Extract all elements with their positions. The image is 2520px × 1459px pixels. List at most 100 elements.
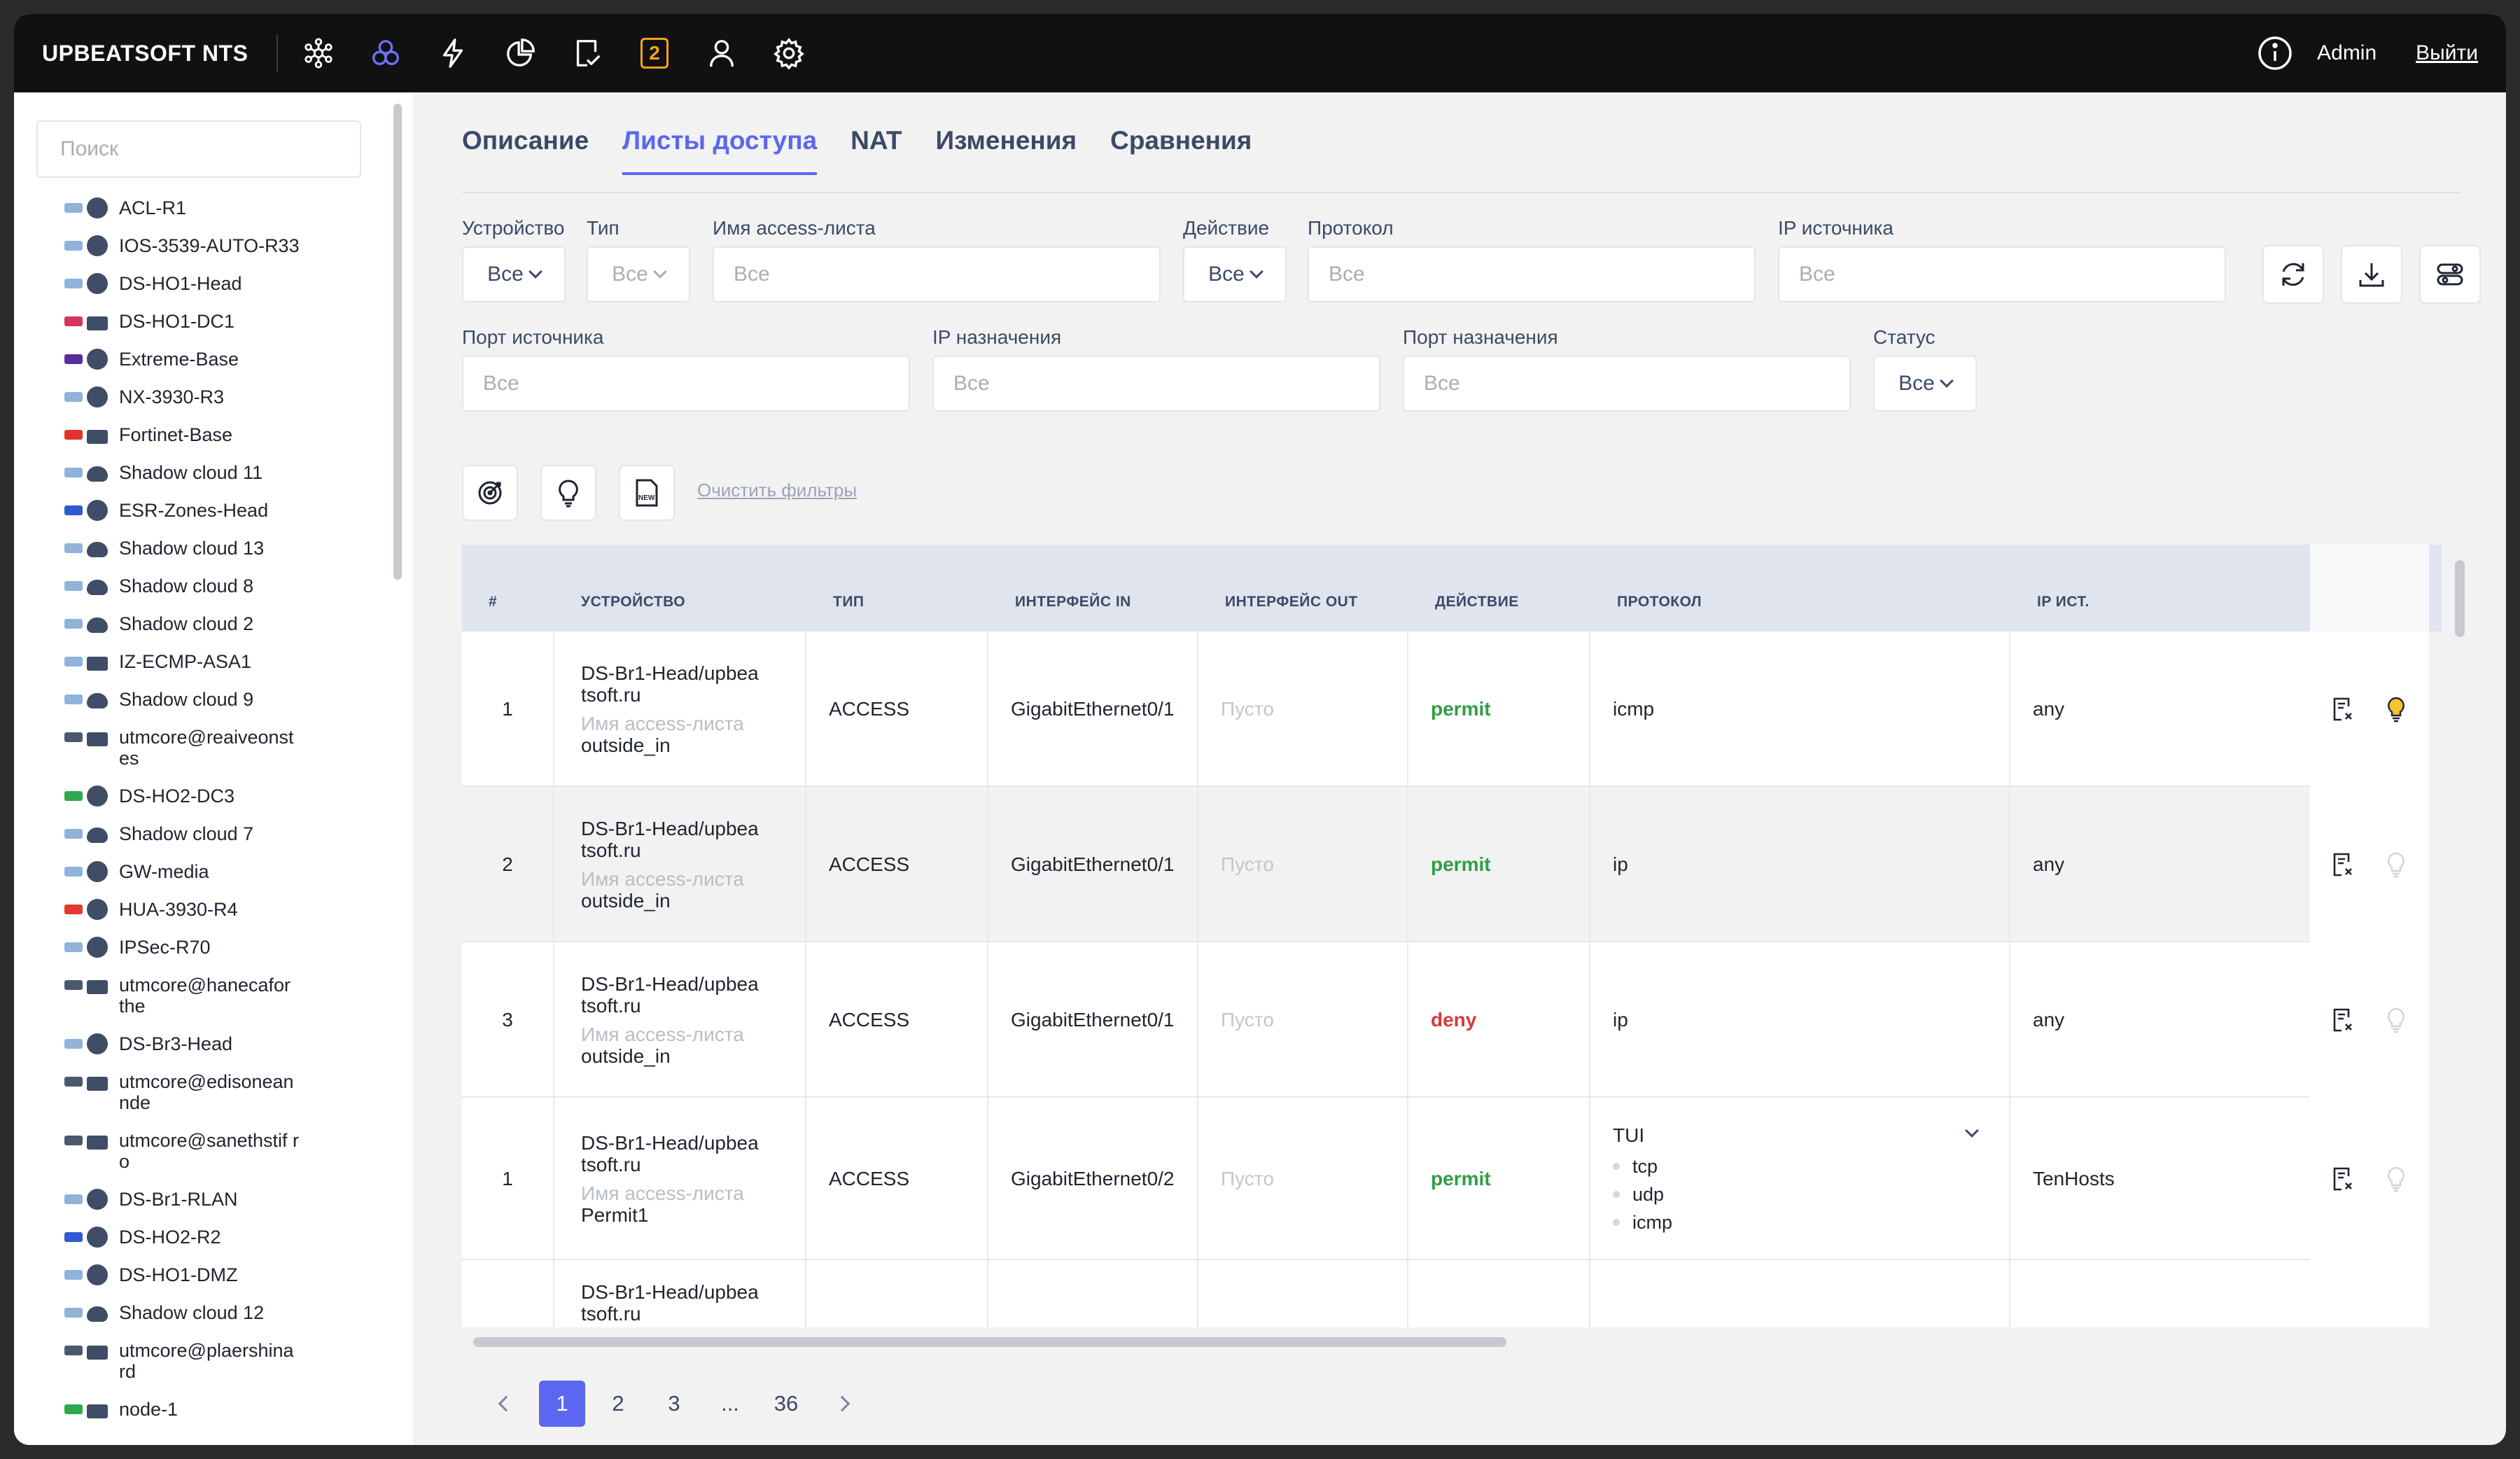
sidebar-item-14[interactable]: utmcore@reaiveonst es (64, 727, 301, 769)
network-topology-icon[interactable] (299, 34, 338, 73)
tab-access-lists[interactable]: Листы доступа (622, 126, 818, 175)
action-filter-select[interactable]: Все (1183, 246, 1287, 302)
clusters-icon[interactable] (366, 34, 405, 73)
col-header-action[interactable]: ДЕЙСТВИЕ (1435, 594, 1519, 610)
tab-description[interactable]: Описание (462, 126, 589, 175)
new-filter-button[interactable]: NEW (619, 465, 675, 521)
sidebar-item-5[interactable]: NX-3930-R3 (64, 386, 357, 407)
tab-nat[interactable]: NAT (850, 126, 902, 175)
src-port-filter-input[interactable]: Все (462, 356, 910, 412)
col-header-if-out[interactable]: ИНТЕРФЕЙС OUT (1225, 594, 1358, 610)
sidebar-item-2[interactable]: DS-HO1-Head (64, 273, 357, 294)
sidebar-item-13[interactable]: Shadow cloud 9 (64, 689, 357, 710)
sidebar-item-28[interactable]: utmcore@plaershina rd (64, 1340, 301, 1382)
download-button[interactable] (2341, 245, 2402, 304)
sidebar-item-18[interactable]: HUA-3930-R4 (64, 899, 357, 920)
search-input[interactable]: Поиск (36, 120, 361, 178)
protocol-group-header[interactable]: TUI (1613, 1122, 1979, 1150)
table-row[interactable]: 1 DS-Br1-Head/upbeatsoft.ru Имя access-лис… (462, 1098, 2310, 1260)
lightbulb-filter-button[interactable] (540, 465, 596, 521)
sidebar-item-23[interactable]: utmcore@sanethstif ro (64, 1130, 301, 1172)
sidebar-item-19[interactable]: IPSec-R70 (64, 937, 357, 958)
sidebar-item-26[interactable]: DS-HO1-DMZ (64, 1264, 357, 1285)
sidebar-item-21[interactable]: DS-Br3-Head (64, 1033, 357, 1054)
lightbulb-icon[interactable] (2382, 1165, 2410, 1193)
sidebar-item-1[interactable]: IOS-3539-AUTO-R33 (64, 235, 357, 256)
page-3-button[interactable]: 3 (651, 1381, 697, 1427)
chevron-down-icon[interactable] (1965, 1124, 1979, 1138)
info-icon[interactable] (2257, 35, 2293, 71)
device-name[interactable]: DS-Br1-Head/upbeatsoft.ru (581, 818, 763, 861)
target-filter-button[interactable] (462, 465, 518, 521)
user-icon[interactable] (702, 34, 741, 73)
sidebar-item-11[interactable]: Shadow cloud 2 (64, 613, 357, 634)
document-check-icon[interactable] (568, 34, 607, 73)
col-header-num[interactable]: # (489, 594, 497, 610)
lightning-icon[interactable] (433, 34, 472, 73)
page-1-button[interactable]: 1 (539, 1381, 585, 1427)
document-details-icon[interactable] (2329, 695, 2357, 723)
columns-settings-button[interactable] (2419, 245, 2481, 304)
col-header-protocol[interactable]: ПРОТОКОЛ (1617, 594, 1702, 610)
acl-name-filter-input[interactable]: Все (713, 246, 1161, 302)
next-page-button[interactable] (819, 1381, 865, 1427)
table-vertical-scrollbar[interactable] (2455, 560, 2465, 637)
refresh-button[interactable] (2262, 245, 2324, 304)
device-name[interactable]: DS-Br1-Head/upbeatsoft.ru (581, 1132, 763, 1175)
sidebar-item-22[interactable]: utmcore@edisonean nde (64, 1071, 301, 1113)
dst-port-filter-input[interactable]: Все (1403, 356, 1851, 412)
sidebar-item-9[interactable]: Shadow cloud 13 (64, 538, 357, 559)
prev-page-button[interactable] (483, 1381, 529, 1427)
sidebar-item-29[interactable]: node-1 (64, 1399, 357, 1420)
sidebar-scrollbar[interactable] (393, 104, 402, 580)
document-details-icon[interactable] (2329, 851, 2357, 879)
page-2-button[interactable]: 2 (595, 1381, 641, 1427)
pie-chart-icon[interactable] (500, 34, 540, 73)
tab-comparisons[interactable]: Сравнения (1110, 126, 1252, 175)
col-header-type[interactable]: ТИП (833, 594, 864, 610)
notifications-badge-icon[interactable]: 2 (635, 34, 674, 73)
clear-filters-link[interactable]: Очистить фильтры (697, 480, 857, 501)
table-row[interactable]: 1 DS-Br1-Head/upbeatsoft.ru Имя access-лис… (462, 631, 2310, 787)
sidebar-item-7[interactable]: Shadow cloud 11 (64, 462, 357, 483)
device-name[interactable]: DS-Br1-Head/upbeatsoft.ru (581, 973, 763, 1017)
sidebar-item-17[interactable]: GW-media (64, 861, 357, 882)
page-36-button[interactable]: 36 (763, 1381, 809, 1427)
sidebar-item-0[interactable]: ACL-R1 (64, 197, 357, 218)
sidebar-item-12[interactable]: IZ-ECMP-ASA1 (64, 651, 357, 672)
sidebar-item-3[interactable]: DS-HO1-DC1 (64, 311, 357, 332)
table-row[interactable]: DS-Br1-Head/upbeatsoft.ru (462, 1260, 2310, 1327)
src-ip-filter-input[interactable]: Все (1778, 246, 2226, 302)
col-header-src-ip[interactable]: IP ИСТ. (2037, 594, 2090, 610)
device-name[interactable]: DS-Br1-Head/upbeatsoft.ru (581, 1281, 763, 1325)
sidebar-item-10[interactable]: Shadow cloud 8 (64, 575, 357, 596)
sidebar-item-16[interactable]: Shadow cloud 7 (64, 823, 357, 844)
logout-link[interactable]: Выйти (2416, 41, 2478, 65)
col-header-if-in[interactable]: ИНТЕРФЕЙС IN (1015, 594, 1131, 610)
lightbulb-icon[interactable] (2382, 851, 2410, 879)
dst-ip-filter-input[interactable]: Все (932, 356, 1380, 412)
table-row[interactable]: 2 DS-Br1-Head/upbeatsoft.ru Имя access-лис… (462, 787, 2310, 942)
sidebar-item-24[interactable]: DS-Br1-RLAN (64, 1189, 357, 1210)
sidebar-item-6[interactable]: Fortinet-Base (64, 424, 357, 445)
device-filter-select[interactable]: Все (462, 246, 566, 302)
tab-changes[interactable]: Изменения (935, 126, 1077, 175)
brand-logo[interactable]: UPBEATSOFT NTS (42, 41, 276, 67)
document-details-icon[interactable] (2329, 1006, 2357, 1034)
protocol-filter-input[interactable]: Все (1308, 246, 1756, 302)
sidebar-item-4[interactable]: Extreme-Base (64, 349, 357, 370)
lightbulb-active-icon[interactable] (2382, 695, 2410, 723)
sidebar-item-15[interactable]: DS-HO2-DC3 (64, 786, 357, 807)
sidebar-item-20[interactable]: utmcore@hanecafor the (64, 975, 301, 1017)
sidebar-item-25[interactable]: DS-HO2-R2 (64, 1227, 357, 1248)
sidebar-item-8[interactable]: ESR-Zones-Head (64, 500, 357, 521)
table-horizontal-scrollbar[interactable] (473, 1337, 1506, 1347)
col-header-device[interactable]: УСТРОЙСТВО (581, 594, 685, 610)
document-details-icon[interactable] (2329, 1165, 2357, 1193)
device-name[interactable]: DS-Br1-Head/upbeatsoft.ru (581, 662, 763, 706)
type-filter-select[interactable]: Все (587, 246, 690, 302)
status-filter-select[interactable]: Все (1873, 356, 1977, 412)
table-row[interactable]: 3 DS-Br1-Head/upbeatsoft.ru Имя access-лис… (462, 942, 2310, 1098)
settings-icon[interactable] (769, 34, 808, 73)
sidebar-item-27[interactable]: Shadow cloud 12 (64, 1302, 357, 1323)
